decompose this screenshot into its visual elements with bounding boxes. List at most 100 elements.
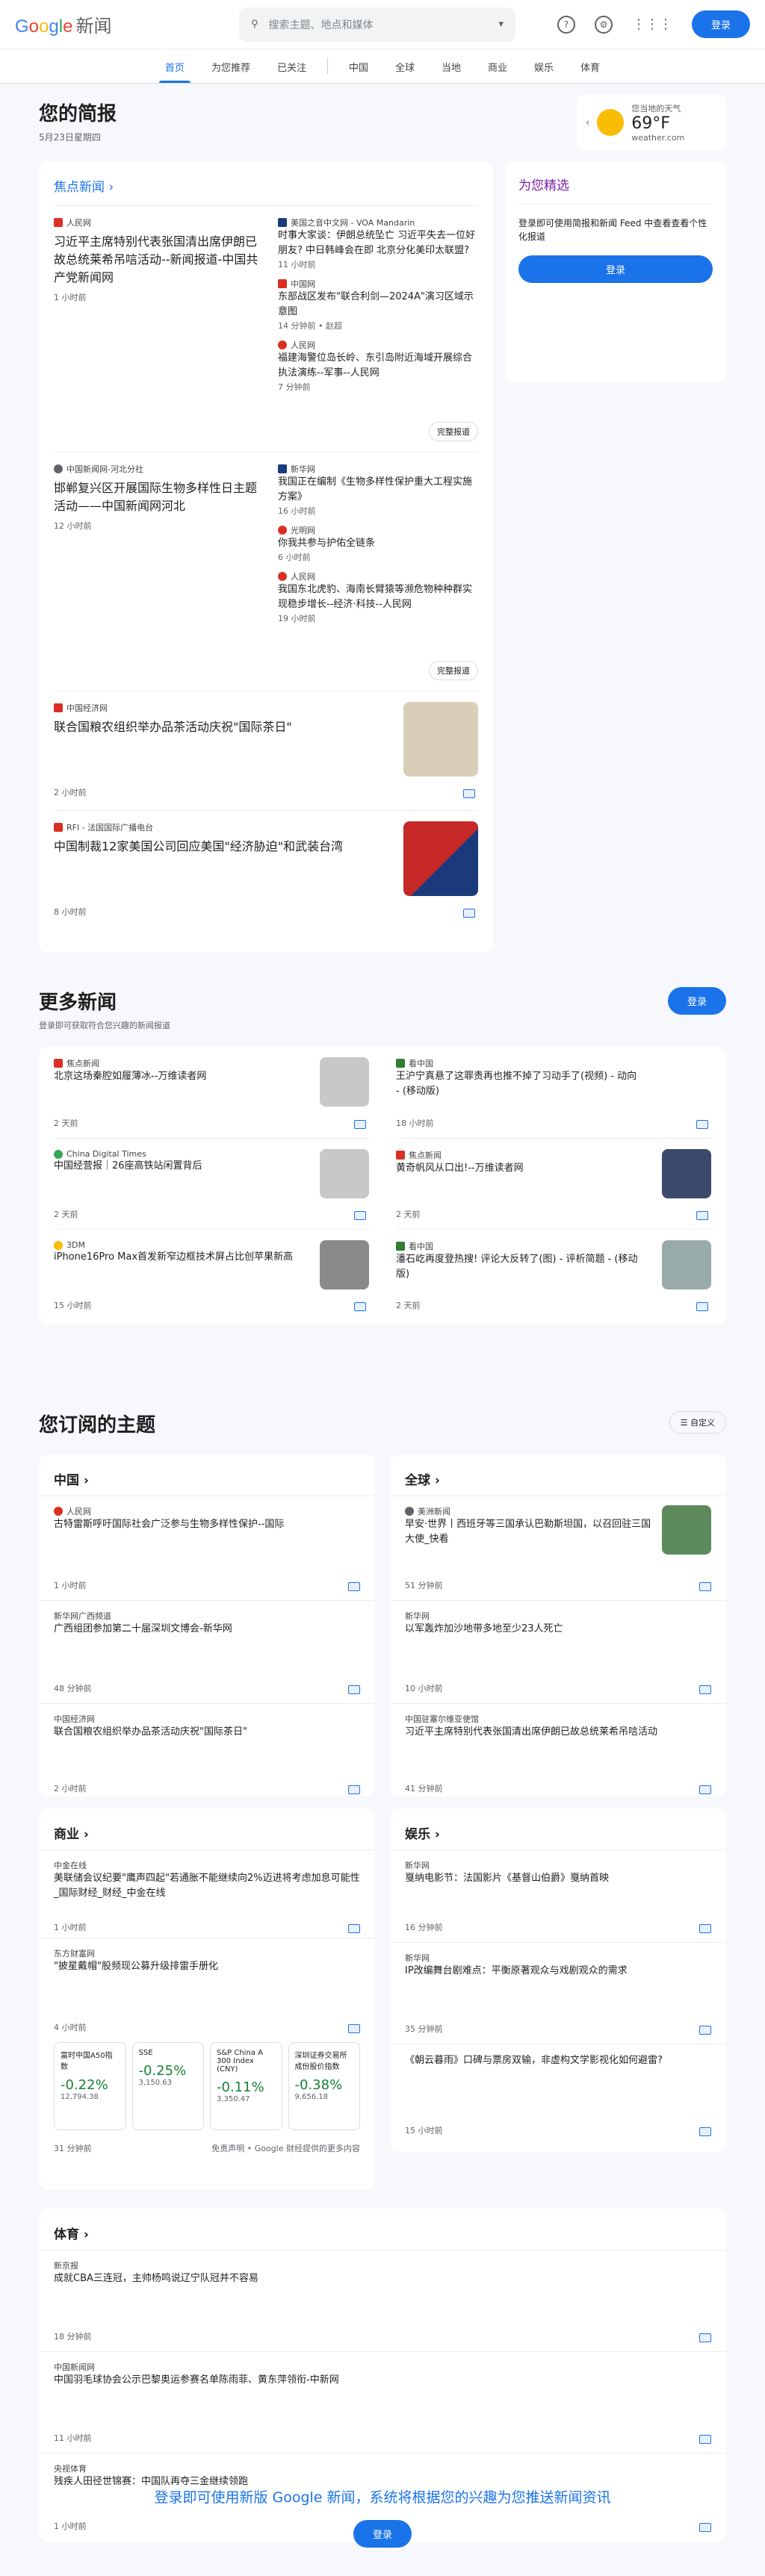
full-coverage-icon[interactable] (348, 1685, 360, 1694)
topic-title[interactable]: 商业 › (39, 1808, 375, 1849)
headline-link[interactable]: 联合国粮农组织举办品茶活动庆祝"国际茶日" (54, 1725, 360, 1740)
help-icon[interactable]: ? (557, 15, 575, 34)
topic-title[interactable]: 中国 › (39, 1455, 375, 1496)
story-item[interactable]: 中金在线 美联储会议纪要"鹰声四起"若通胀不能继续向2%迈进将考虑加息可能性_国际… (39, 1849, 375, 1938)
tab-sports[interactable]: 体育 (567, 60, 613, 83)
headline-link[interactable]: 东部战区发布"联合利剑—2024A"演习区域示意图 (278, 290, 478, 320)
search-input[interactable]: 搜索主题、地点和媒体 (269, 17, 499, 32)
story-item[interactable]: 新华网 戛纳电影节：法国影片《基督山伯爵》戛纳首映 16 分钟前 (390, 1849, 726, 1942)
headline-link[interactable]: 黄奇帆风从口出!--万维读者网 (396, 1161, 642, 1176)
full-coverage-icon[interactable] (699, 2333, 711, 2342)
story-thumbnail[interactable] (662, 1149, 711, 1198)
full-coverage-icon[interactable] (348, 1785, 360, 1794)
settings-icon[interactable]: ⚙ (594, 15, 613, 34)
tab-following[interactable]: 已关注 (264, 60, 320, 83)
headline-link[interactable]: iPhone16Pro Max首发新窄边框技术屏占比创苹果新高 (54, 1250, 300, 1265)
tab-entertainment[interactable]: 娱乐 (521, 60, 567, 83)
full-coverage-icon[interactable] (699, 2435, 711, 2444)
story-thumbnail[interactable] (320, 1240, 369, 1289)
dropdown-icon[interactable]: ▾ (498, 19, 504, 30)
story-item[interactable]: 3DM iPhone16Pro Max首发新窄边框技术屏占比创苹果新高 15 小时前 (54, 1229, 369, 1320)
full-coverage-icon[interactable] (696, 1302, 708, 1311)
full-coverage-icon[interactable] (699, 1582, 711, 1591)
story-item[interactable]: 新华网广西频道 广西组团参加第二十届深圳文博会-新华网 48 分钟前 (39, 1600, 375, 1703)
story-item[interactable]: 看中国 王沪宁真悬了这罪责再也推不掉了习动手了(视频) - 动向 - (移动版) 1… (396, 1047, 711, 1138)
full-coverage-icon[interactable] (354, 1302, 366, 1311)
story-item[interactable]: RFI - 法国国际广播电台 中国制裁12家美国公司回应美国"经济胁迫"和武装台… (54, 810, 478, 930)
story-item[interactable]: 中国新闻网 中国羽毛球协会公示巴黎奥运参赛名单陈雨菲、黄东萍领衔-中新网 11 小时… (39, 2351, 726, 2453)
full-coverage-icon[interactable] (354, 1211, 366, 1220)
tab-world[interactable]: 全球 (382, 60, 428, 83)
story-thumbnail[interactable] (662, 1240, 711, 1289)
headline-link[interactable]: IP改编舞台剧难点：平衡原著观众与戏剧观众的需求 (405, 1964, 711, 1979)
story-thumbnail[interactable] (403, 702, 478, 777)
story-item[interactable]: 焦点新闻 黄奇帆风从口出!--万维读者网 2 天前 (396, 1138, 711, 1229)
topic-title[interactable]: 体育 › (39, 2209, 726, 2250)
weather-source[interactable]: weather.com (631, 133, 684, 143)
full-coverage-button[interactable]: 完整报道 (429, 422, 478, 441)
headline-link[interactable]: 我国东北虎豹、海南长臂猿等濒危物种种群实现稳步增长--经济·科技--人民网 (278, 582, 478, 612)
stock-ticker[interactable]: 富时中国A50指数 -0.22% 12,794.38 (54, 2042, 126, 2130)
headline-link[interactable]: 习近平主席特别代表张国清出席伊朗已故总统莱希吊唁活动--新闻报道-中国共产党新闻… (54, 233, 263, 287)
story-item[interactable]: 美洲新闻 早安·世界丨西班牙等三国承认巴勒斯坦国，以召回驻三国大使_快看 51 分钟… (390, 1496, 726, 1600)
full-coverage-icon[interactable] (699, 1924, 711, 1933)
story-item[interactable]: 中国经济网 联合国粮农组织举办品茶活动庆祝"国际茶日" 2 小时前 (54, 691, 478, 810)
headline-link[interactable]: 早安·世界丨西班牙等三国承认巴勒斯坦国，以召回驻三国大使_快看 (405, 1517, 651, 1547)
headline-link[interactable]: 广西组团参加第二十届深圳文博会-新华网 (54, 1622, 360, 1637)
tab-local[interactable]: 当地 (428, 60, 474, 83)
headline-link[interactable]: 我国正在编制《生物多样性保护重大工程实施方案》 (278, 475, 478, 505)
headline-link[interactable]: 中国经营报｜26座高铁站闲置背后 (54, 1159, 300, 1174)
full-coverage-button[interactable]: 完整报道 (429, 661, 478, 680)
picks-login-button[interactable]: 登录 (518, 255, 713, 283)
story-item[interactable]: 焦点新闻 北京这场秦腔如履薄冰--万维读者网 2 天前 (54, 1047, 369, 1138)
apps-icon[interactable]: ⋮⋮⋮ (632, 16, 672, 32)
full-coverage-icon[interactable] (463, 909, 475, 918)
headline-link[interactable]: 联合国粮农组织举办品茶活动庆祝"国际茶日" (54, 718, 397, 736)
story-thumbnail[interactable] (662, 1505, 711, 1555)
headline-link[interactable]: 习近平主席特别代表张国清出席伊朗已故总统莱希吊唁活动 (405, 1725, 711, 1740)
full-coverage-icon[interactable] (699, 1785, 711, 1794)
headline-link[interactable]: 中国制裁12家美国公司回应美国"经济胁迫"和武装台湾 (54, 838, 397, 856)
story-item[interactable]: 中国经济网 联合国粮农组织举办品茶活动庆祝"国际茶日" 2 小时前 (39, 1703, 375, 1803)
tab-for-you[interactable]: 为您推荐 (198, 60, 264, 83)
story-item[interactable]: 看中国 潘石屹再度登热搜! 评论大反转了(图) - 评析简题 - (移动版) 2 天… (396, 1229, 711, 1320)
headline-link[interactable]: 时事大家谈：伊朗总统坠亡 习近平失去一位好朋友? 中日韩峰会在即 北京分化美印太… (278, 228, 478, 258)
headline-link[interactable]: 北京这场秦腔如履薄冰--万维读者网 (54, 1069, 300, 1084)
finance-disclaimer-link[interactable]: 免责声明 • Google 财经提供的更多内容 (211, 2142, 360, 2154)
topic-title[interactable]: 全球 › (390, 1455, 726, 1496)
top-stories-title[interactable]: 焦点新闻 › (54, 173, 478, 205)
stock-ticker[interactable]: SSE -0.25% 3,150.63 (131, 2042, 204, 2130)
headline-link[interactable]: 你我共参与护佑全链条 (278, 536, 478, 551)
headline-link[interactable]: 《朝云暮雨》口碑与票房双输，非虚构文学影视化如何避雷? (405, 2053, 711, 2068)
more-news-login-button[interactable]: 登录 (667, 987, 726, 1015)
full-coverage-icon[interactable] (699, 2026, 711, 2035)
story-item[interactable]: China Digital Times 中国经营报｜26座高铁站闲置背后 2 天前 (54, 1138, 369, 1229)
story-thumbnail[interactable] (320, 1057, 369, 1107)
tab-home[interactable]: 首页 (152, 60, 198, 83)
headline-link[interactable]: 戛纳电影节：法国影片《基督山伯爵》戛纳首映 (405, 1871, 711, 1886)
story-item[interactable]: 中国驻塞尔维亚使馆 习近平主席特别代表张国清出席伊朗已故总统莱希吊唁活动 41 分钟… (390, 1703, 726, 1803)
headline-link[interactable]: 古特雷斯呼吁国际社会广泛参与生物多样性保护--国际 (54, 1517, 360, 1532)
story-thumbnail[interactable] (320, 1149, 369, 1198)
full-coverage-icon[interactable] (699, 1685, 711, 1694)
tab-business[interactable]: 商业 (474, 60, 521, 83)
full-coverage-icon[interactable] (699, 2127, 711, 2136)
headline-link[interactable]: 美联储会议纪要"鹰声四起"若通胀不能继续向2%迈进将考虑加息可能性_国际财经_财… (54, 1871, 360, 1901)
weather-widget[interactable]: ‹ 您当地的天气 69°F weather.com (577, 94, 726, 151)
stock-ticker[interactable]: 深圳证券交易所成份股价指数 -0.38% 9,656.18 (288, 2042, 360, 2130)
story-item[interactable]: 新华网 IP改编舞台剧难点：平衡原著观众与戏剧观众的需求 35 分钟前 (390, 1942, 726, 2044)
full-coverage-icon[interactable] (348, 2024, 360, 2033)
full-coverage-icon[interactable] (463, 789, 475, 798)
full-coverage-icon[interactable] (354, 1120, 366, 1129)
headline-link[interactable]: 中国羽毛球协会公示巴黎奥运参赛名单陈雨菲、黄东萍领衔-中新网 (54, 2373, 711, 2388)
customize-button[interactable]: ☰ 自定义 (669, 1411, 726, 1434)
google-news-logo[interactable]: Google 新闻 (15, 11, 239, 37)
full-coverage-icon[interactable] (696, 1211, 708, 1220)
story-item[interactable]: 新华网 以军轰炸加沙地带多地至少23人死亡 10 小时前 (390, 1600, 726, 1703)
topic-title[interactable]: 娱乐 › (390, 1808, 726, 1849)
footer-login-button[interactable]: 登录 (353, 2520, 412, 2548)
stock-ticker[interactable]: S&P China A 300 Index (CNY) -0.11% 3,350.4… (210, 2042, 282, 2130)
full-coverage-icon[interactable] (348, 1582, 360, 1591)
full-coverage-icon[interactable] (348, 1924, 360, 1933)
story-thumbnail[interactable] (403, 821, 478, 896)
